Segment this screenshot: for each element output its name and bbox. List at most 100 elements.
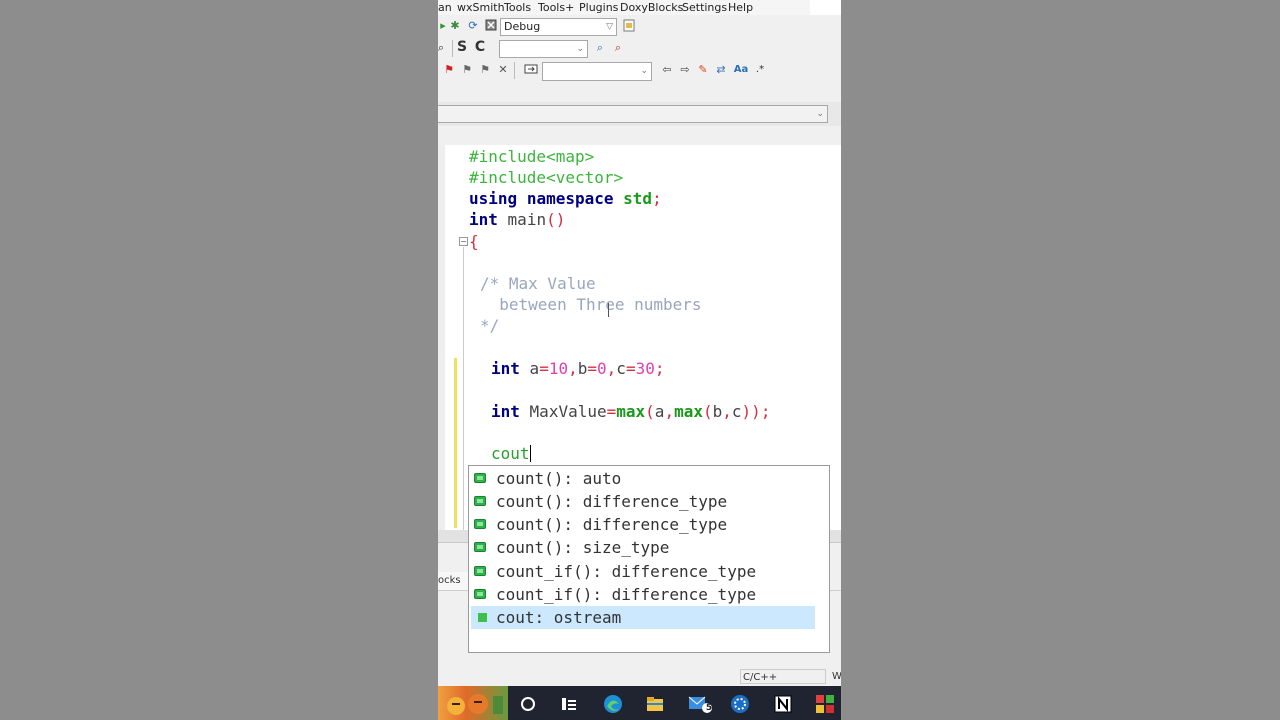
search-icon[interactable]: ⌕ [438,41,448,55]
keyword: int [491,359,520,378]
autocomplete-item[interactable]: count(): difference_type [471,513,815,536]
codeblocks-window: an wxSmith Tools Tools+ Plugins DoxyBloc… [438,0,841,720]
search-toolbar: ⌕ S C ⌄ ⌕ ⌕ [438,38,841,60]
autocomplete-item[interactable]: count(): auto [471,467,815,490]
code-line: #include<map> [469,147,594,167]
keyword: int [469,210,498,229]
forward-arrow-icon[interactable]: ⇨ [678,63,692,77]
edge-browser-icon[interactable] [603,694,623,714]
menu-item-tools[interactable]: Tools [504,0,531,15]
autocomplete-popup[interactable]: count(): auto count(): difference_type c… [468,465,830,653]
identifier: a [654,402,665,421]
code-line: int main() [469,210,565,230]
menu-bar-end [810,0,841,15]
change-bar [454,358,457,528]
operator: = [625,359,636,378]
build-run-icon[interactable]: ✱ [448,19,462,33]
match-case-icon[interactable]: Aa [732,63,750,77]
operator: ; [652,189,662,208]
function-icon [474,566,486,576]
symbol-s-button[interactable]: S [455,40,469,54]
autocomplete-item-selected[interactable]: cout: ostream [471,606,815,629]
comment-text: between Three numbers [480,295,702,314]
scope-combo[interactable]: ⌄ [438,105,828,123]
operator: ; [654,359,665,378]
task-view-icon[interactable] [559,694,579,714]
menu-item-plugins[interactable]: Plugins [579,0,618,15]
menu-item-wxsmith[interactable]: wxSmith [457,0,505,15]
autocomplete-item-label: count_if(): difference_type [496,562,757,581]
menu-item-settings[interactable]: Settings [682,0,727,15]
function-icon [474,496,486,506]
fold-toggle[interactable]: − [459,237,468,246]
code-line: { [469,232,479,252]
replace-icon[interactable]: ⇄ [714,63,728,77]
code-search-combo[interactable]: ⌄ [499,40,588,58]
comment-text: /* Max Value [480,274,596,293]
find-red-icon[interactable]: ⌕ [611,41,625,55]
toolbar-divider [514,62,515,79]
namespace-name: std [623,189,653,208]
comment-text: */ [480,316,500,335]
jump-combo[interactable]: ⌄ [542,62,652,81]
build-target-select[interactable]: Debug ▽ [500,18,617,36]
chevron-down-icon: ⌄ [640,66,648,76]
file-explorer-icon[interactable] [645,694,665,714]
identifier: a [529,359,540,378]
abort-icon[interactable] [484,19,498,33]
function-icon [474,473,486,483]
autocomplete-item[interactable]: count_if(): difference_type [471,583,815,606]
rebuild-icon[interactable]: ⟳ [466,19,480,33]
flag-clear-icon[interactable]: ✕ [496,63,510,77]
autocomplete-item[interactable]: count(): difference_type [471,490,815,513]
menu-item-tools-plus[interactable]: Tools+ [538,0,574,15]
operator: = [606,402,617,421]
menu-item-an[interactable]: an [438,0,452,15]
keyword: int [491,402,520,421]
variable-icon [478,613,487,622]
autocomplete-item[interactable]: count(): size_type [471,536,815,559]
notion-icon[interactable] [773,694,793,714]
chevron-down-icon: ⌄ [816,109,824,119]
identifier: b [577,359,588,378]
flag-icon[interactable]: ⚑ [478,63,492,77]
mouse-ibeam-cursor [608,303,609,317]
comment-line: between Three numbers [480,295,702,315]
identifier: MaxValue [529,402,607,421]
find-icon[interactable]: ⌕ [593,41,607,55]
app-grid-icon[interactable] [815,694,835,714]
menu-item-help[interactable]: Help [728,0,753,15]
status-edge-text: W [832,671,841,682]
keyword: using [469,189,518,208]
include-map: #include<map> [469,147,595,166]
identifier: b [712,402,723,421]
include-vector: #include<vector> [469,168,624,187]
widgets-button[interactable] [438,686,508,720]
build-target-value: Debug [504,20,541,33]
flag-icon[interactable]: ⚑ [460,63,474,77]
jump-icon[interactable] [524,63,538,77]
autocomplete-item[interactable]: count_if(): difference_type [471,560,815,583]
autocomplete-item-label: count_if(): difference_type [496,585,757,604]
autocomplete-item-label: count(): difference_type [496,492,728,511]
code-line: int MaxValue=max(a,max(b,c)); [491,402,770,422]
function-name: max [616,402,646,421]
language-indicator: C/C++ [740,669,826,684]
operator: )); [741,402,771,421]
code-line: int a=10,b=0,c=30; [491,359,664,379]
regex-icon[interactable]: .* [753,63,767,77]
back-arrow-icon[interactable]: ⇦ [660,63,674,77]
build-options-icon[interactable] [622,19,636,33]
identifier: c [731,402,742,421]
search-circle-icon[interactable] [518,694,538,714]
symbol-c-button[interactable]: C [473,40,487,54]
taskbar: 5 [438,686,841,720]
menu-item-doxyblocks[interactable]: DoxyBlocks [620,0,683,15]
identifier: main [507,210,547,229]
red-flag-icon[interactable]: ⚑ [442,63,456,77]
highlight-pen-icon[interactable]: ✎ [696,63,710,77]
identifier: cout [491,444,530,463]
chevron-down-icon: ▽ [606,22,613,32]
operator: , [568,359,578,378]
codeblocks-app-icon[interactable] [730,694,750,714]
